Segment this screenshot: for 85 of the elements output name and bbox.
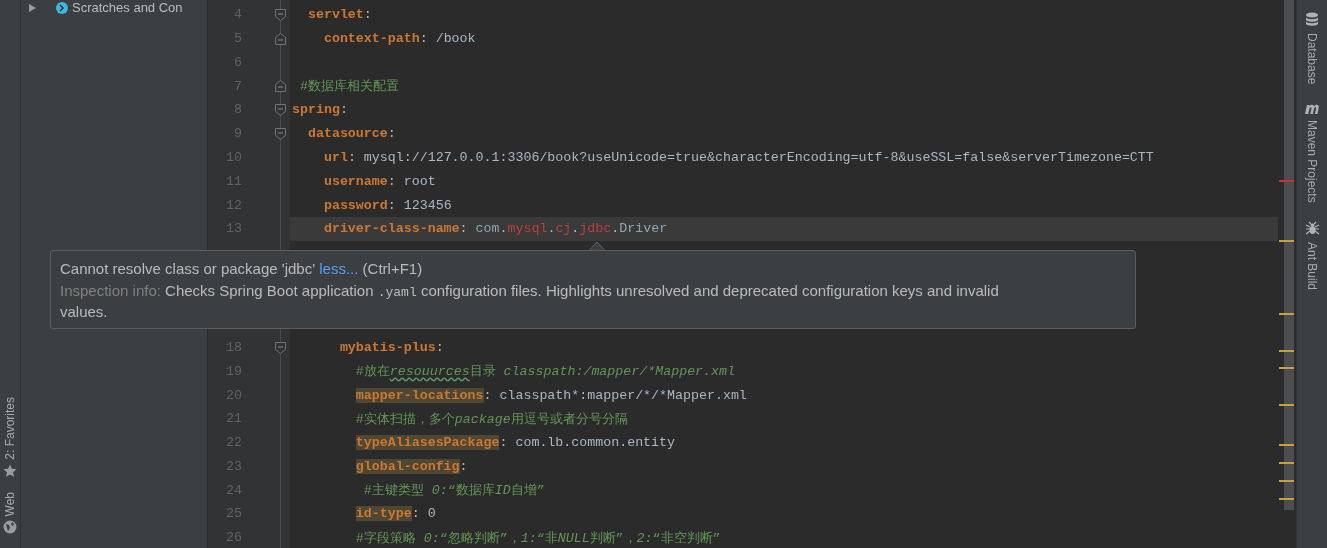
- ant-tool-button[interactable]: Ant Build: [1304, 221, 1320, 291]
- colon: :: [483, 387, 493, 403]
- code-comment: #实体扫描，多个: [354, 411, 455, 427]
- yaml-value: com.lb.common.entity: [515, 435, 676, 451]
- colon: :: [411, 506, 421, 522]
- colon: :: [339, 102, 348, 118]
- colon: :: [435, 340, 444, 356]
- code-comment: ID: [494, 483, 511, 499]
- yaml-value: 0: [427, 506, 436, 522]
- maven-icon: [1304, 102, 1320, 115]
- code-comment: classpath:/mapper/*Mapper.xml: [503, 364, 735, 380]
- yaml-value: .: [611, 221, 620, 237]
- globe-tool-button[interactable]: Web: [3, 491, 17, 534]
- code-comment: 判断”，: [589, 530, 637, 546]
- colon: :: [387, 197, 397, 213]
- database-tool-button[interactable]: Database: [1305, 12, 1319, 85]
- class-name: Driver: [619, 221, 668, 237]
- yaml-key: global-config: [355, 458, 460, 474]
- code-comment: #字段策略: [354, 530, 417, 546]
- yaml-value: mysql://127.0.0.1:3306/book?useUnicode=true&characterEncoding=utf-8&useSSL=false&serverTimezone=CTT: [363, 149, 1154, 165]
- colon: :: [363, 7, 372, 23]
- yaml-value: /book: [435, 31, 476, 47]
- colon: :: [387, 173, 397, 189]
- code-comment: “忽略判断”，: [439, 530, 521, 546]
- code-comment: 目录: [469, 364, 497, 380]
- colon: :: [459, 458, 468, 474]
- ant-icon: [1304, 221, 1320, 237]
- yaml-value: root: [403, 173, 436, 189]
- code-comment: #主键类型: [362, 483, 425, 499]
- code-comment: 用逗号或者分号分隔: [510, 411, 628, 427]
- misspelled-word: resouurces: [389, 364, 470, 380]
- colon: :: [419, 31, 429, 47]
- class-name: com: [475, 221, 500, 237]
- code-comment: 自增”: [510, 483, 545, 499]
- yaml-value: .: [499, 221, 508, 237]
- yaml-key: mapper-locations: [355, 387, 484, 403]
- code-comment: #数据库相关配置: [298, 79, 399, 95]
- yaml-key: username: [323, 173, 388, 189]
- star-icon: [3, 463, 17, 478]
- less-link[interactable]: less...: [319, 260, 359, 277]
- unresolved-name: jdbc: [579, 221, 612, 237]
- code-comment: 2:: [636, 530, 653, 546]
- star-tool-button[interactable]: 2: Favorites: [3, 396, 17, 478]
- code-comment: NULL: [557, 530, 590, 546]
- unresolved-name: cj: [555, 221, 572, 237]
- error-message: Cannot resolve class or package 'jdbc' less... (Ctrl+F1): [60, 259, 424, 279]
- code-comment: #放在: [354, 364, 390, 380]
- yaml-key: url: [323, 149, 348, 165]
- code-comment: package: [454, 411, 511, 427]
- yaml-value: classpath*:mapper/*/*Mapper.xml: [499, 387, 747, 403]
- yaml-key: spring: [292, 102, 340, 118]
- yaml-value: .: [547, 221, 556, 237]
- code-comment: “非: [536, 530, 558, 546]
- yaml-key: servlet: [307, 7, 364, 23]
- unresolved-name: mysql: [507, 221, 548, 237]
- expand-arrow-icon[interactable]: [29, 3, 36, 12]
- yaml-key: typeAliasesPackage: [355, 435, 500, 451]
- colon: :: [459, 221, 469, 237]
- fold-icon[interactable]: [274, 8, 286, 21]
- inspection-info: Inspection info: Checks Spring Boot application .yaml configuration files. Highlights unresolved and deprecated configuration keys and invalid values.: [60, 280, 1000, 322]
- code-comment: “数据库: [447, 483, 495, 499]
- code-comment: 0:: [431, 483, 448, 499]
- fold-end-icon[interactable]: [274, 80, 286, 93]
- code-comment: 0:: [423, 530, 440, 546]
- fold-icon[interactable]: [274, 103, 286, 116]
- fold-end-icon[interactable]: [274, 32, 286, 45]
- yaml-key: password: [323, 197, 388, 213]
- colon: :: [499, 435, 509, 451]
- yaml-key: context-path: [323, 31, 420, 47]
- yaml-key: mybatis-plus: [339, 340, 436, 356]
- yaml-value: .: [571, 221, 580, 237]
- database-icon: [1305, 12, 1319, 27]
- code-comment: “非空判断”: [652, 530, 721, 546]
- colon: :: [347, 149, 357, 165]
- colon: :: [387, 126, 396, 142]
- yaml-key: id-type: [355, 506, 412, 522]
- fold-icon[interactable]: [274, 341, 286, 354]
- yaml-value: 123456: [403, 197, 452, 213]
- maven-tool-button[interactable]: Maven Projects: [1304, 102, 1320, 204]
- code-comment: 1:: [520, 530, 537, 546]
- tree-item-label[interactable]: Scratches and Con: [72, 0, 183, 15]
- globe-icon: [3, 520, 17, 534]
- yaml-key: driver-class-name: [323, 221, 460, 237]
- yaml-key: datasource: [307, 126, 388, 142]
- fold-icon[interactable]: [274, 127, 286, 140]
